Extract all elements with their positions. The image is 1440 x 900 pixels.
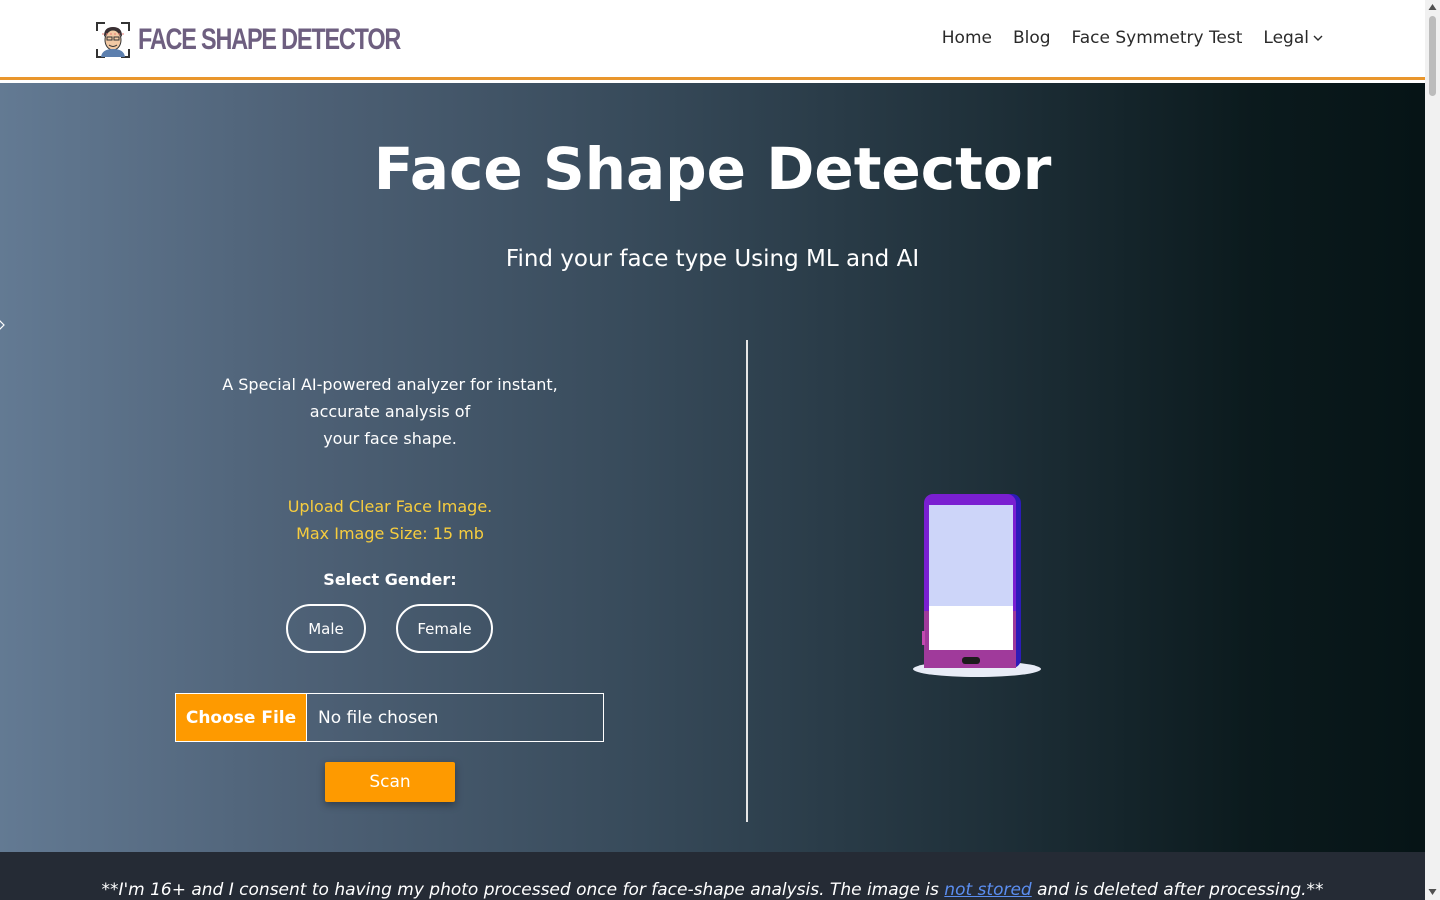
main-nav: Home Blog Face Symmetry Test Legal xyxy=(942,28,1323,48)
description-line: A Special AI-powered analyzer for instan… xyxy=(222,375,558,394)
scroll-down-arrow-icon[interactable] xyxy=(1428,888,1437,896)
gender-male-button[interactable]: Male xyxy=(286,604,366,653)
file-upload-input[interactable]: Choose File No file chosen xyxy=(175,693,604,742)
max-size-note: Max Image Size: 15 mb xyxy=(296,524,484,543)
choose-file-button[interactable]: Choose File xyxy=(176,694,307,741)
nav-face-symmetry-test[interactable]: Face Symmetry Test xyxy=(1072,28,1243,48)
page-subtitle: Find your face type Using ML and AI xyxy=(505,246,920,272)
nav-home[interactable]: Home xyxy=(942,28,992,48)
chevron-down-icon xyxy=(1313,35,1323,41)
consent-bar: **I'm 16+ and I consent to having my pho… xyxy=(0,852,1425,900)
scroll-up-arrow-icon[interactable] xyxy=(1428,3,1437,11)
consent-text: **I'm 16+ and I consent to having my pho… xyxy=(0,880,1425,900)
nav-legal-dropdown[interactable]: Legal xyxy=(1263,28,1323,48)
gender-female-button[interactable]: Female xyxy=(396,604,493,653)
hero-section: Face Shape Detector Find your face type … xyxy=(0,83,1425,852)
site-logo[interactable]: FACE SHAPE DETECTOR xyxy=(96,22,474,58)
nav-blog[interactable]: Blog xyxy=(1013,28,1051,48)
chevron-right-icon[interactable] xyxy=(0,319,6,331)
consent-prefix: **I'm 16+ and I consent to having my pho… xyxy=(101,880,945,900)
file-status-text: No file chosen xyxy=(318,707,439,728)
page-scrollbar[interactable] xyxy=(1425,0,1440,900)
column-divider xyxy=(746,340,748,822)
logo-text: FACE SHAPE DETECTOR xyxy=(138,23,401,56)
description-line: your face shape. xyxy=(323,429,457,448)
nav-legal-label: Legal xyxy=(1263,28,1309,48)
upload-instructions: Upload Clear Face Image. Max Image Size:… xyxy=(180,493,600,547)
face-scan-icon xyxy=(96,22,130,58)
scan-button[interactable]: Scan xyxy=(325,762,455,802)
upload-note-line: Upload Clear Face Image. xyxy=(287,497,493,516)
site-header: FACE SHAPE DETECTOR Home Blog Face Symme… xyxy=(0,0,1425,80)
phone-illustration xyxy=(913,494,1041,677)
scrollbar-thumb[interactable] xyxy=(1429,16,1436,96)
analyzer-description: A Special AI-powered analyzer for instan… xyxy=(180,371,600,452)
description-line: accurate analysis of xyxy=(309,402,471,421)
consent-suffix: and is deleted after processing.** xyxy=(1031,880,1324,900)
gender-label: Select Gender: xyxy=(323,570,457,589)
page-title: Face Shape Detector xyxy=(373,135,1052,203)
not-stored-link[interactable]: not stored xyxy=(944,880,1031,900)
